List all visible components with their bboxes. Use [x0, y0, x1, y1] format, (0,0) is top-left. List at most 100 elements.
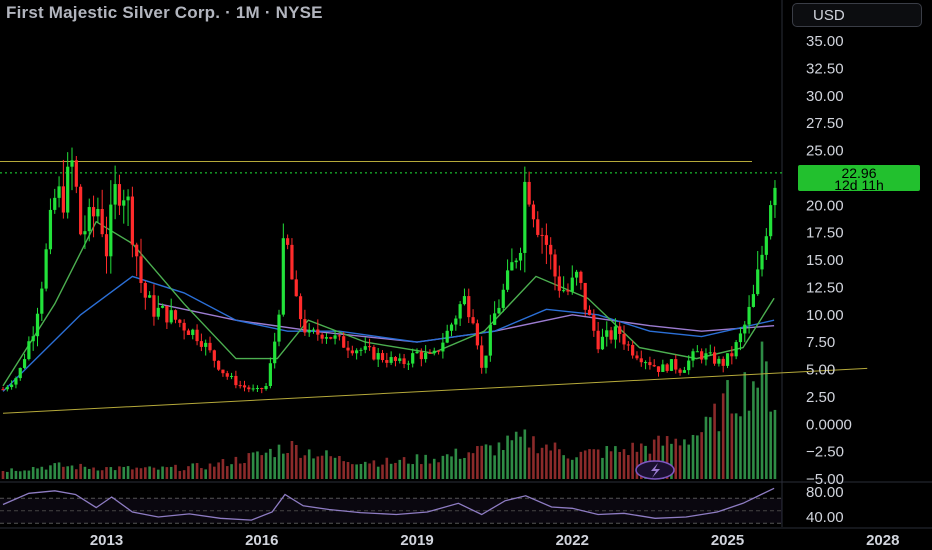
candle-body: [725, 353, 730, 366]
volume-bar: [70, 465, 74, 479]
candle-body: [393, 357, 398, 361]
volume-bar: [178, 470, 182, 479]
candle-body: [139, 256, 143, 284]
volume-bar: [717, 431, 721, 479]
volume-bar: [532, 436, 535, 479]
candle-body: [57, 186, 61, 198]
time-tick-label: 2016: [245, 532, 278, 549]
candle-body: [419, 351, 423, 360]
volume-bar: [113, 470, 117, 479]
volume-bar: [36, 468, 39, 479]
volume-bar: [407, 463, 410, 479]
volume-bar: [1, 470, 5, 479]
volume-bar: [152, 467, 156, 479]
volume-bar: [743, 372, 747, 479]
candle-body: [372, 347, 376, 360]
volume-bar: [144, 467, 147, 479]
volume-bar: [437, 462, 440, 479]
candle-body: [600, 336, 605, 350]
candle-body: [355, 350, 359, 354]
volume-bar: [75, 469, 78, 479]
volume-bar: [122, 466, 126, 479]
time-tick-label: 2028: [866, 532, 899, 549]
candle-body: [570, 277, 574, 292]
volume-bar: [454, 448, 458, 479]
candle-body: [195, 329, 199, 342]
volume-bar: [62, 466, 65, 479]
price-chart[interactable]: 35.00 32.50 30.00 27.50 25.00 20.00 17.50 15.00…: [0, 0, 932, 550]
candle-body: [639, 358, 643, 363]
volume-bar: [631, 442, 634, 479]
candle-body: [143, 283, 147, 298]
volume-bar: [18, 471, 22, 479]
candle-body: [238, 385, 242, 387]
volume-bar: [549, 450, 553, 479]
candle-body: [126, 196, 130, 201]
volume-bar: [204, 469, 207, 479]
volume-bar: [726, 380, 729, 479]
candle-body: [234, 375, 238, 386]
volume-bar: [165, 467, 169, 479]
candle-body: [350, 350, 354, 354]
candle-body: [402, 358, 406, 365]
volume-bar: [31, 466, 35, 479]
candle-body: [66, 166, 70, 213]
volume-bar: [282, 453, 285, 479]
volume-bar: [506, 435, 509, 479]
volume-bar: [514, 431, 518, 479]
volume-bar: [312, 458, 315, 479]
candle-body: [87, 207, 91, 232]
candle-body: [35, 313, 40, 337]
candle-body: [738, 333, 743, 343]
volume-bar: [734, 413, 738, 479]
price-tick-label: 27.50: [806, 115, 844, 132]
rsi-band: [0, 498, 782, 524]
candle-body: [436, 350, 441, 352]
volume-bar: [627, 455, 630, 479]
volume-bar: [195, 463, 199, 479]
candle-body: [294, 279, 298, 297]
volume-bar: [351, 464, 354, 479]
volume-bar: [765, 361, 768, 479]
candle-body: [618, 326, 622, 334]
volume-bar: [523, 429, 527, 479]
candle-body: [182, 322, 186, 331]
volume-bar: [501, 450, 505, 479]
volume-bar: [135, 467, 138, 479]
volume-bar: [118, 466, 121, 479]
candle-body: [178, 319, 182, 323]
candle-body: [165, 305, 169, 323]
candle-body: [424, 353, 428, 360]
volume-bar: [760, 341, 764, 479]
price-tick-label: 7.50: [806, 334, 835, 351]
candle-body: [242, 385, 247, 388]
volume-bar: [432, 458, 436, 479]
volume-bar: [307, 449, 311, 479]
volume-bar: [277, 444, 281, 479]
candle-body: [18, 367, 22, 379]
volume-bar: [342, 461, 345, 479]
candle-body: [415, 351, 419, 354]
candle-body: [544, 235, 548, 245]
candle-body: [764, 236, 768, 255]
price-tick-label: 35.00: [806, 33, 844, 50]
candle-body: [268, 363, 272, 387]
volume-bar: [609, 451, 613, 479]
candle-body: [359, 349, 363, 351]
rsi-pane: [0, 487, 782, 524]
volume-bar: [247, 453, 251, 479]
candle-body: [566, 290, 570, 292]
lightning-icon[interactable]: [635, 460, 675, 480]
candle-body: [91, 207, 96, 217]
candle-body: [273, 341, 277, 364]
volume-bar: [700, 432, 703, 479]
candle-body: [156, 307, 160, 317]
volume-bar: [273, 457, 276, 479]
volume-bar: [394, 462, 397, 479]
volume-bar: [131, 469, 134, 479]
candle-body: [53, 197, 57, 210]
currency-button[interactable]: USD: [792, 3, 922, 27]
candle-body: [656, 366, 661, 372]
volume-bar: [299, 457, 302, 479]
volume-bar: [264, 452, 268, 479]
